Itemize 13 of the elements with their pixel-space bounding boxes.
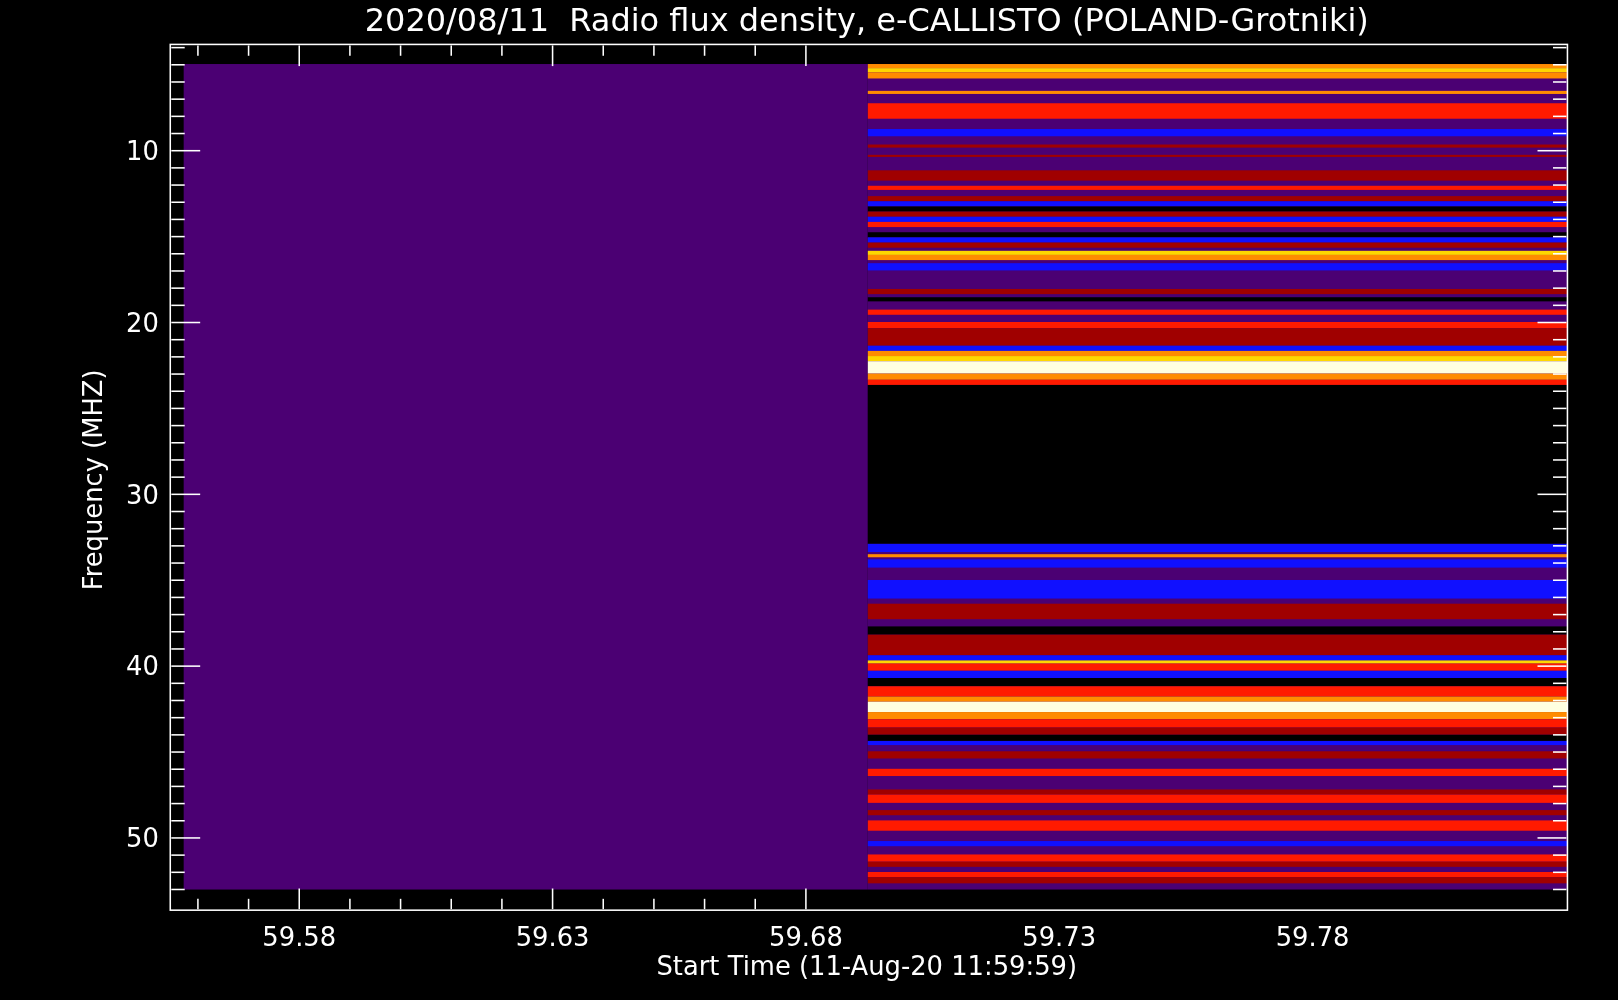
y-tick-label: 50 (126, 823, 159, 854)
x-axis-label: Start Time (11-Aug-20 11:59:59) (656, 951, 1078, 982)
x-tick-label: 59.73 (1022, 922, 1097, 953)
plot-title: 2020/08/11 Radio flux density, e-CALLISTO (POLAND-Grotniki) (364, 1, 1369, 39)
x-tick-label: 59.68 (769, 922, 843, 953)
y-tick-label: 30 (126, 479, 159, 510)
x-tick-label: 59.78 (1275, 922, 1350, 953)
y-tick-label: 40 (126, 651, 159, 682)
y-tick-label: 10 (126, 136, 159, 166)
y-tick-label: 20 (126, 307, 159, 338)
y-axis-label: Frequency (MHZ) (78, 369, 109, 591)
x-tick-label: 59.58 (262, 922, 337, 953)
x-tick-label: 59.63 (515, 922, 590, 953)
